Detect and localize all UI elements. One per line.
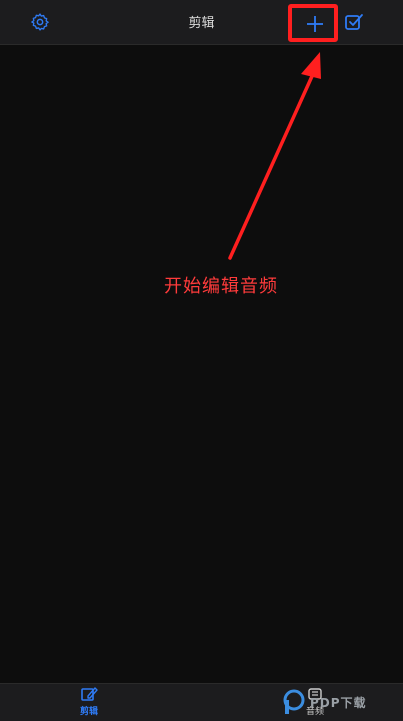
annotation-arrow bbox=[228, 52, 321, 260]
bottom-tab-bar: 剪辑 音频 bbox=[0, 683, 403, 721]
audio-icon bbox=[308, 688, 322, 700]
annotation-arrow-line bbox=[228, 72, 315, 260]
annotation-label: 开始编辑音频 bbox=[164, 276, 278, 297]
tab-edit[interactable]: 剪辑 bbox=[64, 686, 114, 720]
tab-audio[interactable]: 音频 bbox=[290, 686, 340, 720]
annotation-arrow-head bbox=[301, 52, 321, 79]
tab-audio-label: 音频 bbox=[305, 707, 324, 717]
tab-edit-label: 剪辑 bbox=[79, 707, 98, 717]
edit-icon bbox=[81, 687, 98, 701]
